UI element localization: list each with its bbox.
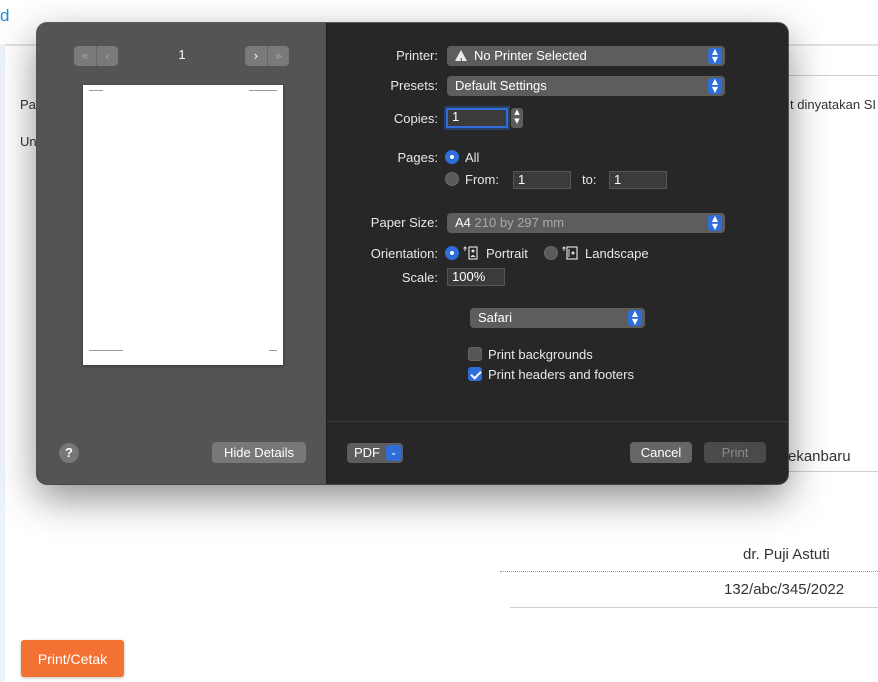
body-text-fragment: Un [20,134,37,149]
print-backgrounds-label: Print backgrounds [488,347,593,362]
paper-size-dims: 210 by 297 mm [474,215,565,230]
doc-number: 132/abc/345/2022 [724,581,845,598]
presets-value: Default Settings [455,78,547,93]
cancel-button[interactable]: Cancel [630,442,692,463]
preview-header-right [249,90,277,91]
copies-label: Copies: [393,111,438,126]
print-cetak-button[interactable]: Print/Cetak [21,640,124,677]
page-preview [83,85,283,365]
pages-from-label: From: [465,172,499,187]
print-button[interactable]: Print [704,442,766,463]
app-section-value: Safari [478,310,512,325]
copies-stepper[interactable]: ▲ ▼ [511,108,523,128]
printer-value: No Printer Selected [474,48,587,63]
hide-details-button[interactable]: Hide Details [212,442,306,463]
pdf-label: PDF [354,445,380,460]
footer-divider [327,421,788,422]
copies-field[interactable]: 1 [446,108,508,128]
chevron-updown-icon: ▲ ▼ [708,215,722,231]
preview-header-left [89,90,103,91]
city-text: ekanbaru [788,448,851,465]
left-strip [0,44,5,682]
preview-pane: « ‹ 1 › » ? Hide Details [37,23,327,484]
prev-page-button[interactable]: ‹ [96,46,118,66]
presets-popup[interactable]: Default Settings ▲ ▼ [447,76,725,96]
page-number: 1 [178,47,186,62]
pages-all-radio[interactable] [445,150,459,164]
rule-line [510,607,878,608]
scale-label: Scale: [401,270,438,285]
presets-label: Presets: [390,78,438,93]
preview-footer-right [269,350,277,351]
portrait-icon [463,246,478,260]
pdf-menu-button[interactable]: PDF ⌄ [347,443,403,463]
portrait-label: Portrait [486,246,528,261]
print-backgrounds-checkbox[interactable] [468,347,482,361]
chevron-updown-icon: ▲ ▼ [708,78,722,94]
settings-pane: Printer: No Printer Selected ▲▼ Presets:… [327,23,788,484]
print-dialog: « ‹ 1 › » ? Hide Details Printer: No Pri… [37,23,788,484]
chevron-updown-icon: ▲ ▼ [708,48,722,64]
body-text-fragment: t dinyatakan SI [790,97,876,112]
rule-line [788,471,878,472]
help-button[interactable]: ? [59,443,79,463]
signature-line [500,571,878,572]
scale-field[interactable]: 100% [447,268,505,286]
portrait-radio[interactable] [445,246,459,260]
orientation-label: Orientation: [370,246,438,261]
rule-line [788,75,878,76]
body-text-fragment: Pa [20,97,36,112]
page-title-fragment: d [0,6,10,25]
first-page-button[interactable]: « [74,46,96,66]
pages-from-radio[interactable] [445,172,459,186]
printer-popup[interactable]: No Printer Selected ▲▼ [447,46,725,72]
last-page-button[interactable]: » [267,46,289,66]
print-headers-footers-checkbox[interactable] [468,367,482,381]
doctor-name: dr. Puji Astuti [743,546,830,563]
pages-from-field[interactable]: 1 [513,171,571,189]
paper-size-name: A4 [455,215,471,230]
nav-back-group: « ‹ [74,46,118,66]
pages-to-label: to: [582,172,597,187]
paper-size-popup[interactable]: A4 210 by 297 mm ▲ ▼ [447,213,725,233]
preview-footer-left [89,350,123,351]
landscape-radio[interactable] [544,246,558,260]
chevron-updown-icon: ▲ ▼ [628,310,642,326]
pages-to-field[interactable]: 1 [609,171,667,189]
landscape-icon [562,246,578,260]
landscape-label: Landscape [585,246,649,261]
pages-all-label: All [465,150,480,165]
print-headers-footers-label: Print headers and footers [488,367,634,382]
warning-icon [455,50,467,72]
next-page-button[interactable]: › [245,46,267,66]
app-section-popup[interactable]: Safari ▲ ▼ [470,308,645,328]
printer-label: Printer: [396,48,438,63]
pages-label: Pages: [397,150,438,165]
nav-forward-group: › » [245,46,289,66]
paper-size-label: Paper Size: [370,215,438,230]
chevron-down-icon: ⌄ [386,445,401,461]
